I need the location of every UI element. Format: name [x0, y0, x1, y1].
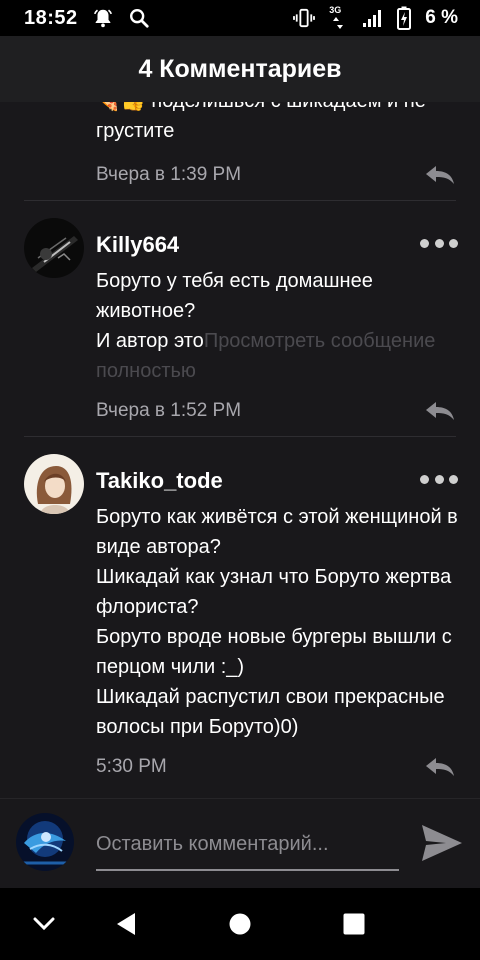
reply-icon[interactable] [424, 400, 456, 422]
comments-header: 4 Комментариев [0, 36, 480, 102]
battery-percent: 6 % [425, 7, 458, 28]
avatar [16, 813, 74, 871]
comment-author[interactable]: Takiko_tode [96, 468, 223, 494]
search-icon [128, 7, 150, 29]
battery-charging-icon [397, 6, 412, 30]
comment-text: 🍕👍 поделишься с шикадаем и не грустите [96, 102, 426, 142]
signal-icon [361, 7, 383, 29]
recents-icon[interactable] [332, 888, 376, 960]
back-icon[interactable] [104, 888, 148, 960]
comment-item: Killy664 Боруто у тебя есть домашнее жив… [0, 200, 480, 437]
page-title: 4 Комментариев [138, 54, 342, 83]
reply-icon[interactable] [424, 756, 456, 778]
home-icon[interactable] [218, 888, 262, 960]
comment-text: Боруто как живётся с этой женщиной в вид… [96, 506, 458, 738]
comment-input[interactable] [96, 819, 399, 871]
notification-bell-icon [92, 7, 114, 29]
avatar[interactable] [24, 218, 84, 278]
send-icon [422, 825, 462, 861]
comment-item: 🍕👍 поделишься с шикадаем и не грустите В… [0, 102, 480, 201]
more-options-icon[interactable] [420, 236, 458, 250]
status-bar: 18:52 3G 6 % [0, 0, 480, 36]
chevron-down-icon[interactable] [24, 888, 64, 960]
comment-author[interactable]: Killy664 [96, 232, 179, 258]
comment-composer [0, 798, 480, 888]
vibrate-icon [293, 8, 316, 28]
more-options-icon[interactable] [420, 472, 458, 486]
comment-timestamp: 5:30 PM [96, 756, 167, 777]
avatar[interactable] [24, 454, 84, 514]
comment-timestamp: Вчера в 1:39 PM [96, 164, 242, 185]
system-nav-bar [0, 888, 480, 960]
network-3g-icon: 3G [329, 5, 347, 29]
comment-list[interactable]: 🍕👍 поделишься с шикадаем и не грустите В… [0, 102, 480, 798]
comment-text: Боруто у тебя есть домашнее животное? И … [96, 266, 466, 386]
status-time: 18:52 [24, 6, 78, 29]
reply-icon[interactable] [424, 164, 456, 186]
comment-timestamp: Вчера в 1:52 PM [96, 400, 242, 421]
comment-item: Takiko_tode Боруто как живётся с этой же… [0, 436, 480, 798]
send-button[interactable] [420, 823, 464, 863]
